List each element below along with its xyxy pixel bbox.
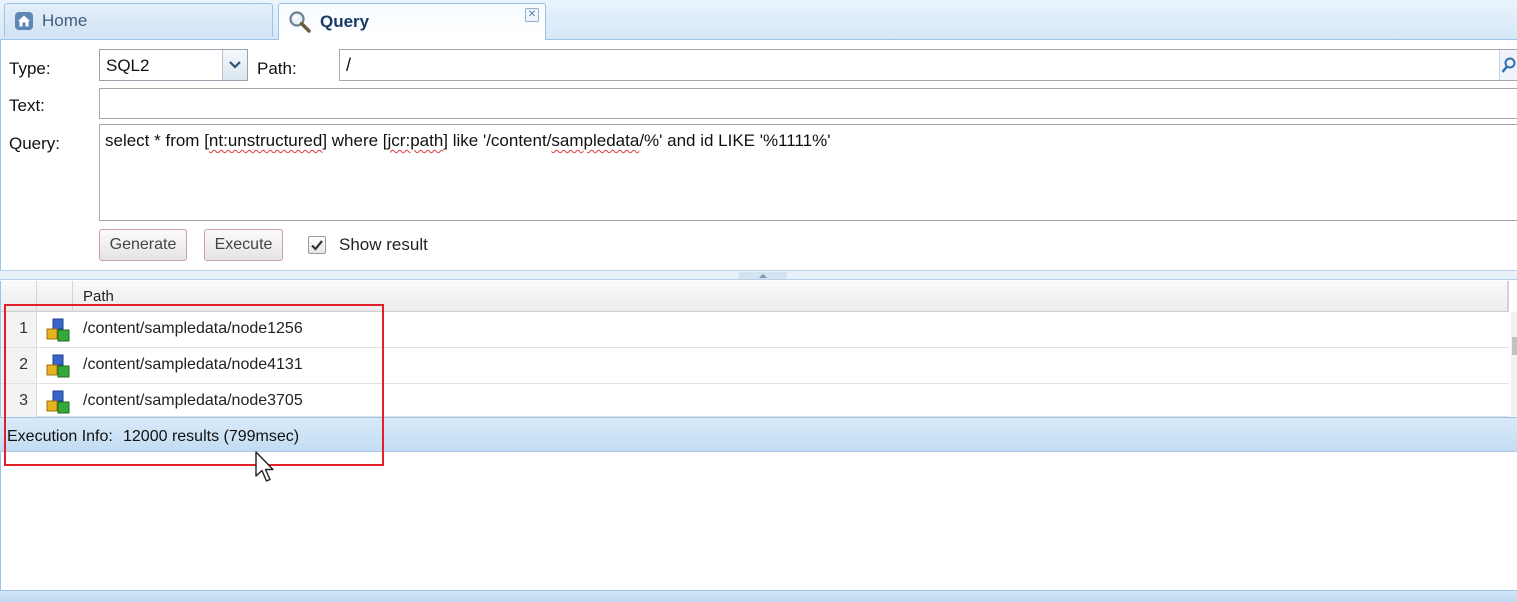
query-segment: select * from [ [105,131,209,150]
show-result-checkbox[interactable] [308,236,326,254]
table-row[interactable]: 3 /content/sampledata/node3705 [1,384,1509,417]
text-input[interactable] [99,88,1517,119]
path-input[interactable]: / [339,49,1517,81]
type-select-value: SQL2 [106,56,150,75]
magnifier-icon [288,10,312,34]
execution-info-label: Execution Info: [7,428,113,445]
bottom-bar [0,590,1517,602]
path-input-value: / [346,55,352,75]
query-textarea[interactable]: select * from [nt:unstructured] where [j… [99,124,1517,221]
type-select[interactable]: SQL2 [99,49,248,81]
tab-query-label: Query [320,12,370,31]
close-icon[interactable]: ✕ [525,8,539,22]
execute-button[interactable]: Execute [204,229,283,261]
tab-query[interactable]: Query ✕ [278,3,546,40]
row-number: 2 [1,348,37,383]
execution-info-bar: Execution Info: 12000 results (799msec) [0,417,1517,452]
panel-splitter[interactable] [0,270,1517,280]
node-cubes-icon [46,318,70,342]
empty-area [0,452,1517,590]
query-segment: /%' and id LIKE '%1111%' [639,131,831,150]
execution-info-value: 12000 results (799msec) [123,428,300,445]
chevron-down-icon[interactable] [222,50,247,80]
tab-home[interactable]: Home [4,3,273,37]
generate-button[interactable]: Generate [99,229,187,261]
node-cubes-icon [46,390,70,414]
scrollbar-thumb[interactable] [1512,337,1517,355]
type-label: Type: [9,59,51,78]
query-segment-misspelled: sampledata [551,131,640,150]
tab-home-label: Home [42,10,88,30]
node-cubes-icon [46,354,70,378]
grid-scrollbar[interactable] [1511,312,1517,417]
path-column-header[interactable]: Path [83,288,114,305]
query-form: Type: SQL2 Path: / Text: Query: select *… [0,40,1517,270]
row-number: 1 [1,312,37,347]
result-path: /content/sampledata/node3705 [83,392,303,409]
query-segment: ] like '/content/ [443,131,552,150]
text-label: Text: [9,96,45,115]
query-segment-misspelled: nt:unstructured [208,131,323,150]
query-text: select * from [nt:unstructured] where [j… [105,131,831,151]
result-path: /content/sampledata/node4131 [83,356,303,373]
home-icon [14,11,34,31]
results-grid: Path 1 /content/sampledata/node1256 2 /c… [0,281,1517,417]
row-number: 3 [1,384,37,417]
search-icon[interactable] [1499,50,1517,80]
grid-header: Path [1,281,1509,312]
path-label: Path: [257,59,297,78]
query-segment-misspelled: jcr:path [387,131,444,150]
table-row[interactable]: 2 /content/sampledata/node4131 [1,348,1509,384]
query-label: Query: [9,134,61,153]
tab-bar: Home Query ✕ [0,0,1517,40]
mouse-cursor-icon [255,451,274,482]
result-path: /content/sampledata/node1256 [83,320,303,337]
show-result-label: Show result [339,235,428,254]
checkmark-icon [311,240,323,251]
collapse-arrow-icon [739,272,787,279]
table-row[interactable]: 1 /content/sampledata/node1256 [1,312,1509,348]
query-segment: ] where [ [322,131,388,150]
icon-header [37,281,73,312]
column-divider [1507,281,1509,312]
row-number-header [1,281,37,312]
